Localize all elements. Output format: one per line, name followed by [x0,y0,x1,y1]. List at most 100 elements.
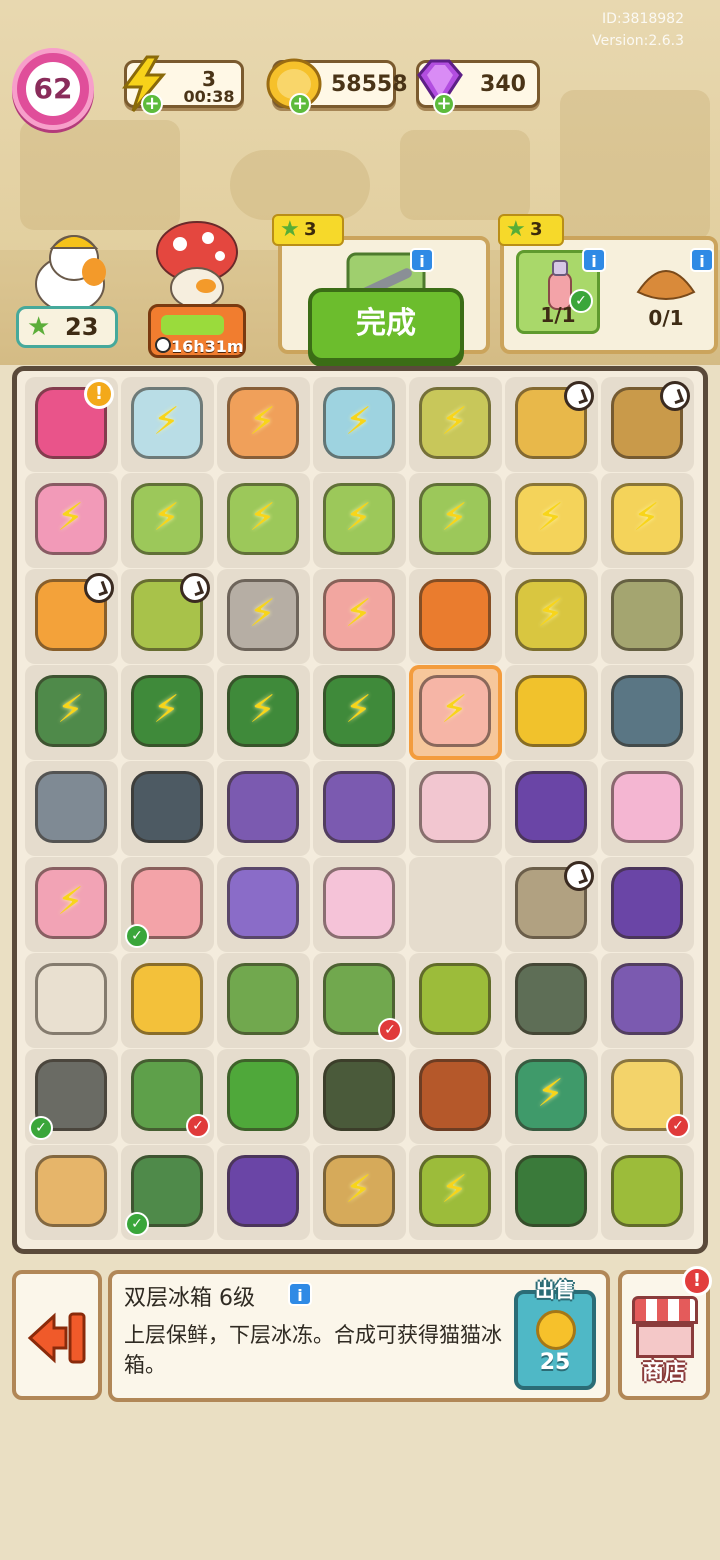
board-cell[interactable] [409,569,502,664]
board-cell[interactable] [505,953,598,1048]
board-cell[interactable]: ✓ [121,857,214,952]
board-cell[interactable]: ⚡ [505,569,598,664]
leather-wallet-icon [419,1059,491,1131]
board-cell[interactable] [409,857,502,952]
sell-price: 25 [539,1350,571,1375]
board-cell[interactable] [25,1145,118,1240]
board-cell[interactable] [601,761,694,856]
board-cell[interactable]: ⚡ [217,377,310,472]
level-number: 62 [26,62,80,116]
board-cell[interactable]: ⚡ [313,569,406,664]
board-cell[interactable]: ⚡ [505,1049,598,1144]
board-cell[interactable]: ⚡ [25,665,118,760]
board-cell[interactable]: ⚡ [25,473,118,568]
requirement-1-info-icon[interactable]: i [582,248,606,272]
energy-bolt-icon: ⚡ [537,591,564,635]
board-cell[interactable]: ⚡ [409,377,502,472]
sell-button[interactable]: 出售 25 [514,1278,596,1390]
board-cell[interactable] [601,377,694,472]
energy-bolt-icon: ⚡ [345,399,372,443]
energy-counter[interactable]: 3 00:38 + [122,55,244,115]
board-cell[interactable]: ⚡ [25,857,118,952]
board-cell[interactable] [217,857,310,952]
board-cell[interactable]: ⚡ [409,665,502,760]
board-cell[interactable]: ✓ [121,1049,214,1144]
board-cell[interactable] [25,953,118,1048]
board-cell[interactable] [313,857,406,952]
board-cell[interactable] [601,569,694,664]
order-info-icon[interactable]: i [410,248,434,272]
board-cell[interactable]: ⚡ [409,473,502,568]
board-cell[interactable] [313,1049,406,1144]
mushroom-timer-box[interactable]: 16h31m [148,304,246,358]
board-cell[interactable] [505,761,598,856]
green-gloves-icon [227,963,299,1035]
board-cell[interactable] [217,953,310,1048]
board-cell[interactable]: ⚡ [217,569,310,664]
energy-bolt-icon: ⚡ [57,495,84,539]
board-cell[interactable]: ⚡ [313,1145,406,1240]
fabric-stack-icon [611,579,683,651]
board-cell[interactable]: ⚡ [313,377,406,472]
board-cell[interactable] [25,761,118,856]
board-cell[interactable] [121,953,214,1048]
mushroom-character[interactable] [150,218,244,310]
board-cell[interactable]: ⚡ [121,665,214,760]
board-cell[interactable]: ! [25,377,118,472]
energy-bolt-icon: ⚡ [153,687,180,731]
board-cell[interactable]: ✓ [121,1145,214,1240]
board-cell[interactable] [121,569,214,664]
duck-star-counter[interactable]: ★ 23 [16,306,118,348]
shop-label: 商店 [641,1360,686,1385]
coin-icon [536,1310,576,1350]
board-cell[interactable] [217,1145,310,1240]
clock-icon [564,861,594,891]
requirement-2-info-icon[interactable]: i [690,248,714,272]
gem-counter[interactable]: 340 + [416,59,540,115]
board-cell[interactable] [313,761,406,856]
coin-counter[interactable]: 58558 + [266,58,408,115]
board-cell[interactable] [409,761,502,856]
board-cell[interactable] [121,761,214,856]
board-cell[interactable] [505,377,598,472]
board-cell[interactable] [409,953,502,1048]
board-cell[interactable] [601,953,694,1048]
purple-goggles-icon [611,867,683,939]
board-cell[interactable]: ⚡ [505,473,598,568]
board-cell[interactable] [505,857,598,952]
item-info-icon[interactable]: i [288,1282,312,1306]
board-cell[interactable] [601,665,694,760]
board-cell[interactable] [505,665,598,760]
exit-button[interactable] [12,1270,102,1400]
energy-bolt-icon: ⚡ [441,495,468,539]
mushroom-progress-bar [161,315,224,335]
add-energy-icon[interactable]: + [141,93,163,115]
board-cell[interactable]: ⚡ [409,1145,502,1240]
board-cell[interactable] [217,1049,310,1144]
board-cell[interactable]: ✓ [601,1049,694,1144]
board-cell[interactable]: ⚡ [121,377,214,472]
board-cell[interactable] [601,857,694,952]
board-cell[interactable]: ⚡ [217,473,310,568]
add-coins-icon[interactable]: + [289,93,311,115]
board-cell[interactable] [505,1145,598,1240]
add-gems-icon[interactable]: + [433,93,455,115]
complete-order-button[interactable]: 完成 [308,288,464,362]
board-cell[interactable]: ⚡ [313,665,406,760]
player-level-badge[interactable]: 62 [12,48,94,130]
board-cell[interactable]: ⚡ [217,665,310,760]
board-cell[interactable]: ✓ [25,1049,118,1144]
shop-button[interactable]: 商店 ! [618,1266,712,1400]
clock-icon [155,337,171,353]
board-cell[interactable]: ⚡ [601,473,694,568]
duck-worker-character[interactable] [22,224,122,312]
board-cell[interactable] [217,761,310,856]
board-cell[interactable]: ⚡ [313,473,406,568]
item-name: 双层冰箱 6级 [124,1286,255,1311]
board-cell[interactable] [409,1049,502,1144]
board-cell[interactable] [601,1145,694,1240]
board-cell[interactable]: ⚡ [121,473,214,568]
energy-bolt-icon: ⚡ [249,591,276,635]
board-cell[interactable]: ✓ [313,953,406,1048]
board-cell[interactable] [25,569,118,664]
